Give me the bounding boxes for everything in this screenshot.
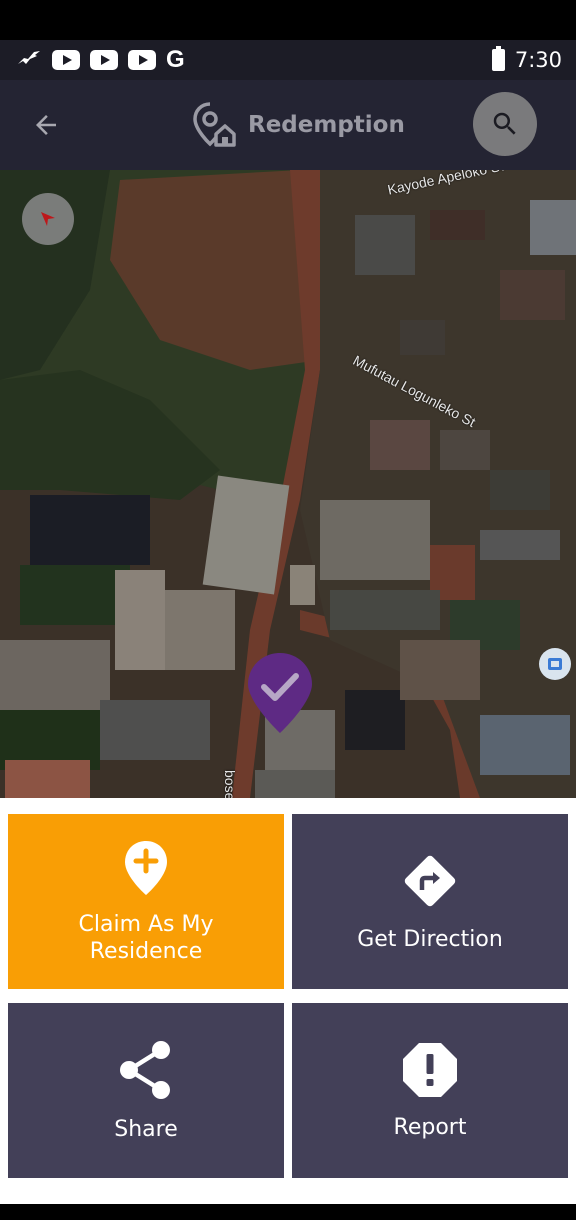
claim-residence-button[interactable]: Claim As My Residence	[8, 814, 284, 989]
report-label: Report	[393, 1115, 467, 1140]
compass-icon	[41, 212, 55, 226]
claim-residence-label: Claim As My Residence	[78, 911, 214, 964]
location-pin[interactable]	[246, 651, 314, 735]
action-grid: Claim As My Residence Get Direction Shar…	[0, 798, 576, 1204]
google-icon: G	[166, 46, 185, 73]
share-label: Share	[114, 1117, 178, 1142]
report-button[interactable]: Report	[292, 1003, 568, 1178]
battery-icon	[491, 46, 505, 71]
top-black-bar	[0, 0, 576, 40]
app-bar: Redemption	[0, 80, 576, 170]
report-octagon-icon	[403, 1043, 457, 1097]
back-button[interactable]	[26, 105, 66, 145]
map-pin-check-icon	[248, 653, 312, 733]
compass-button[interactable]	[22, 193, 74, 245]
layers-icon	[548, 658, 562, 670]
youtube-icon	[52, 50, 80, 70]
street-label: bose St	[222, 770, 238, 798]
share-button[interactable]: Share	[8, 1003, 284, 1178]
bottom-black-bar	[0, 1204, 576, 1220]
status-bar: G 7:30	[0, 40, 576, 80]
satellite-map[interactable]: Kayode Apeloko St Mufutau Logunleko St b…	[0, 170, 576, 798]
location-home-icon	[193, 102, 236, 147]
get-direction-button[interactable]: Get Direction	[292, 814, 568, 989]
page-title: Redemption	[248, 112, 405, 138]
add-location-icon	[125, 840, 167, 895]
search-icon	[493, 112, 516, 135]
status-time: 7:30	[514, 48, 562, 72]
bird-icon	[16, 48, 42, 72]
search-button[interactable]	[473, 92, 537, 156]
share-icon	[120, 1041, 170, 1099]
app-title-group: Redemption	[190, 100, 405, 150]
direction-turn-icon	[404, 855, 456, 907]
get-direction-label: Get Direction	[357, 927, 503, 952]
youtube-icon	[90, 50, 118, 70]
map-layers-button[interactable]	[539, 648, 571, 680]
back-arrow-icon	[36, 115, 56, 135]
youtube-icon	[128, 50, 156, 70]
